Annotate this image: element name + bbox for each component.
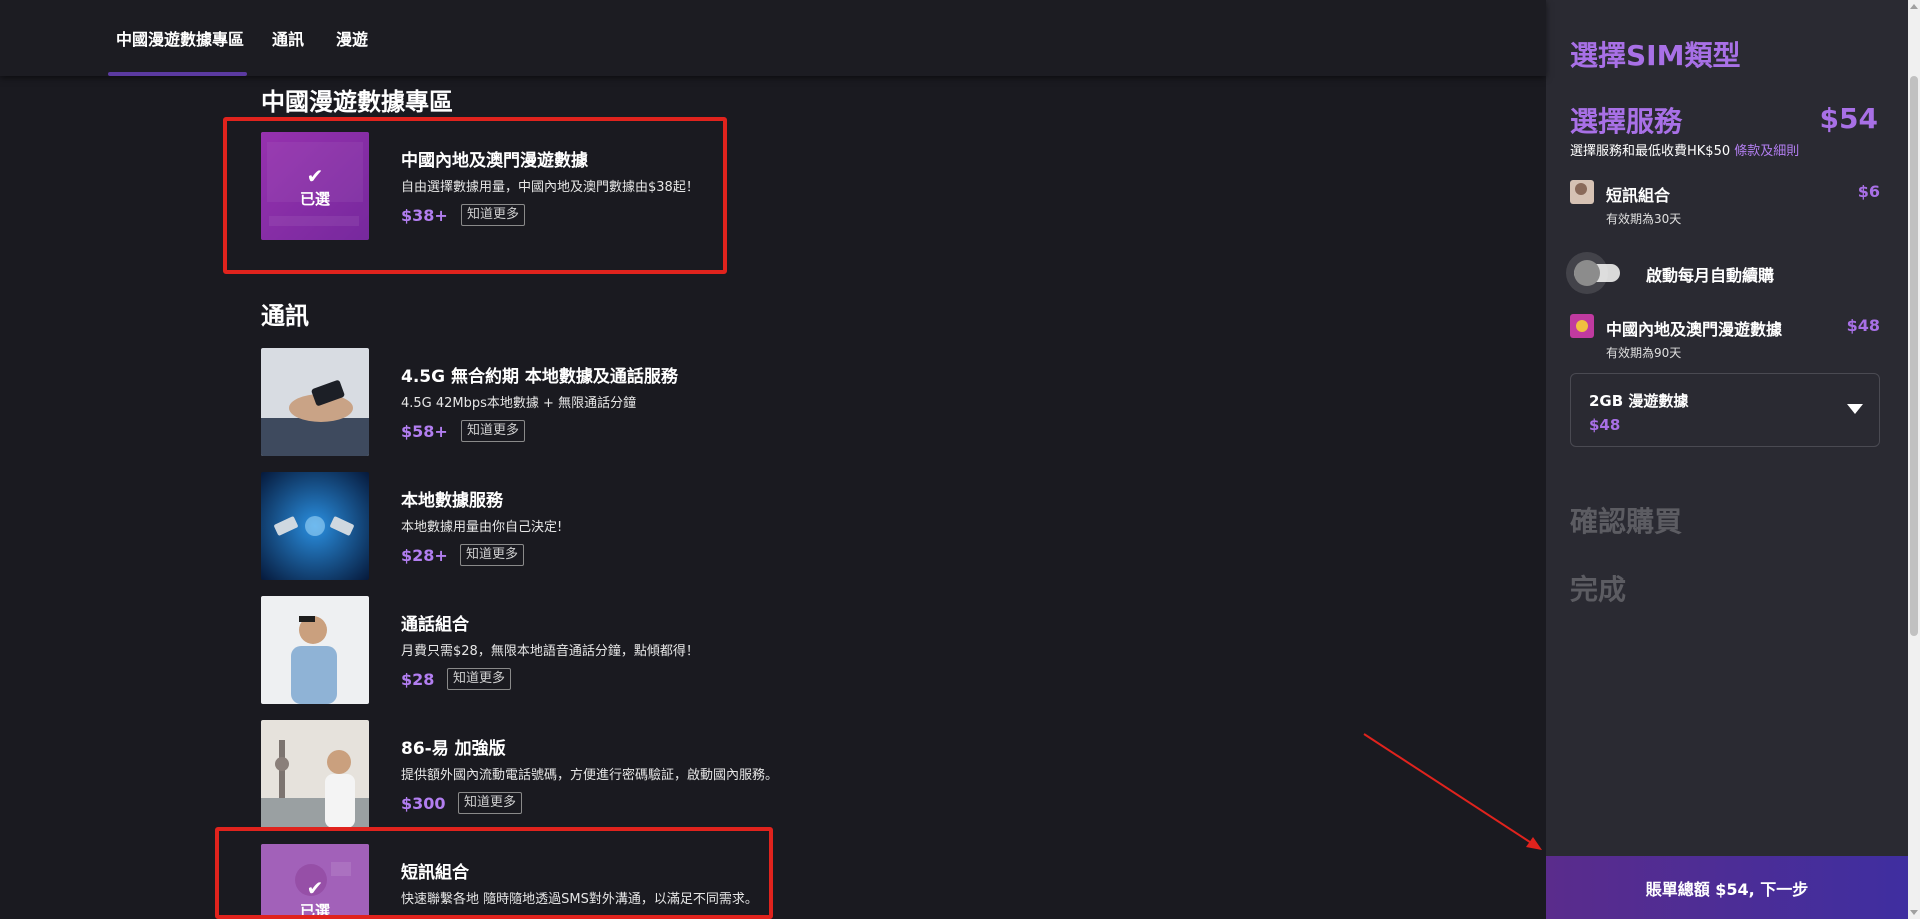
learn-more-button[interactable]: 知道更多 (460, 544, 525, 566)
product-description: 本地數據用量由你自己決定! (401, 520, 563, 535)
scrollbar-thumb[interactable] (1910, 76, 1918, 636)
cart-line-roaming: 中國內地及澳門漫遊數據 $48 有效期為90天 (1570, 314, 1880, 364)
cart-line-price: $6 (1857, 182, 1880, 201)
top-nav: 中國漫遊數據專區 通訊 漫遊 (0, 0, 1546, 76)
scroll-down-icon[interactable] (1910, 910, 1918, 915)
toggle-knob[interactable] (1574, 260, 1600, 286)
data-plan-value: 2GB 漫遊數據 (1589, 392, 1689, 410)
product-thumbnail (261, 472, 369, 580)
product-4-5g-plan[interactable]: 4.5G 無合約期 本地數據及通話服務 4.5G 42Mbps本地數據 + 無限… (261, 348, 861, 456)
product-price: $28 (401, 670, 435, 689)
active-tab-indicator (108, 72, 247, 76)
learn-more-button[interactable]: 知道更多 (461, 420, 526, 442)
product-price: $58+ (401, 422, 448, 441)
tab-roaming[interactable]: 漫遊 (336, 26, 368, 50)
scroll-up-icon[interactable] (1910, 4, 1918, 9)
product-name: 4.5G 無合約期 本地數據及通話服務 (401, 367, 678, 387)
cart-line-price: $48 (1846, 316, 1880, 335)
cart-line-sms: 短訊組合 $6 有效期為30天 (1570, 180, 1880, 230)
service-total: $54 (1819, 102, 1878, 135)
page-scrollbar[interactable] (1908, 0, 1920, 919)
data-plan-select[interactable]: 2GB 漫遊數據 $48 (1570, 373, 1880, 447)
tab-china-roaming[interactable]: 中國漫遊數據專區 (116, 26, 244, 50)
product-thumbnail (261, 596, 369, 704)
service-heading: 選擇服務 (1570, 105, 1683, 138)
product-description: 4.5G 42Mbps本地數據 + 無限通話分鐘 (401, 396, 637, 411)
service-note-text: 選擇服務和最低收費HK$50 (1570, 144, 1735, 159)
section-title-roaming: 中國漫遊數據專區 (261, 88, 453, 116)
cart-line-name: 中國內地及澳門漫遊數據 (1606, 320, 1783, 339)
sim-type-heading[interactable]: 選擇SIM類型 (1570, 34, 1740, 74)
product-thumbnail (261, 348, 369, 456)
auto-renew-label: 啟動每月自動續購 (1646, 266, 1775, 285)
cart-line-validity: 有效期為90天 (1606, 346, 1682, 360)
highlight-box-sms (215, 827, 773, 919)
order-panel: 選擇SIM類型 選擇服務 $54 選擇服務和最低收費HK$50 條款及細則 短訊… (1546, 0, 1908, 919)
terms-link[interactable]: 條款及細則 (1734, 144, 1799, 159)
product-local-data[interactable]: 本地數據服務 本地數據用量由你自己決定! $28+ 知道更多 (261, 472, 861, 580)
product-thumbnail (261, 720, 369, 828)
step-complete: 完成 (1570, 573, 1627, 606)
product-name: 通話組合 (401, 615, 469, 635)
checkout-next-button[interactable]: 賬單總額 $54, 下一步 (1546, 856, 1908, 919)
sms-bundle-icon (1570, 180, 1594, 204)
step-confirm-purchase: 確認購買 (1570, 505, 1683, 538)
section-title-communication: 通訊 (261, 302, 309, 330)
product-name: 86-易 加強版 (401, 739, 506, 759)
service-note: 選擇服務和最低收費HK$50 條款及細則 (1570, 140, 1799, 159)
product-description: 提供額外國內流動電話號碼，方便進行密碼驗証，啟動國內服務。 (401, 768, 779, 783)
roaming-data-icon (1570, 314, 1594, 338)
tab-communication[interactable]: 通訊 (272, 26, 304, 50)
cart-line-validity: 有效期為30天 (1606, 212, 1682, 226)
chevron-down-icon (1847, 404, 1863, 414)
product-price: $28+ (401, 546, 448, 565)
cart-line-name: 短訊組合 (1606, 186, 1671, 205)
highlight-box-roaming (223, 117, 727, 274)
learn-more-button[interactable]: 知道更多 (447, 668, 512, 690)
data-plan-price: $48 (1589, 416, 1621, 434)
learn-more-button[interactable]: 知道更多 (458, 792, 523, 814)
product-price: $300 (401, 794, 446, 813)
auto-renew-row: 啟動每月自動續購 (1566, 252, 1886, 294)
product-86-easy-plus[interactable]: 86-易 加強版 提供額外國內流動電話號碼，方便進行密碼驗証，啟動國內服務。 $… (261, 720, 861, 828)
product-description: 月費只需$28，無限本地語音通話分鐘，點傾都得！ (401, 644, 699, 659)
product-voice-bundle[interactable]: 通話組合 月費只需$28，無限本地語音通話分鐘，點傾都得！ $28 知道更多 (261, 596, 861, 704)
product-name: 本地數據服務 (401, 491, 503, 511)
